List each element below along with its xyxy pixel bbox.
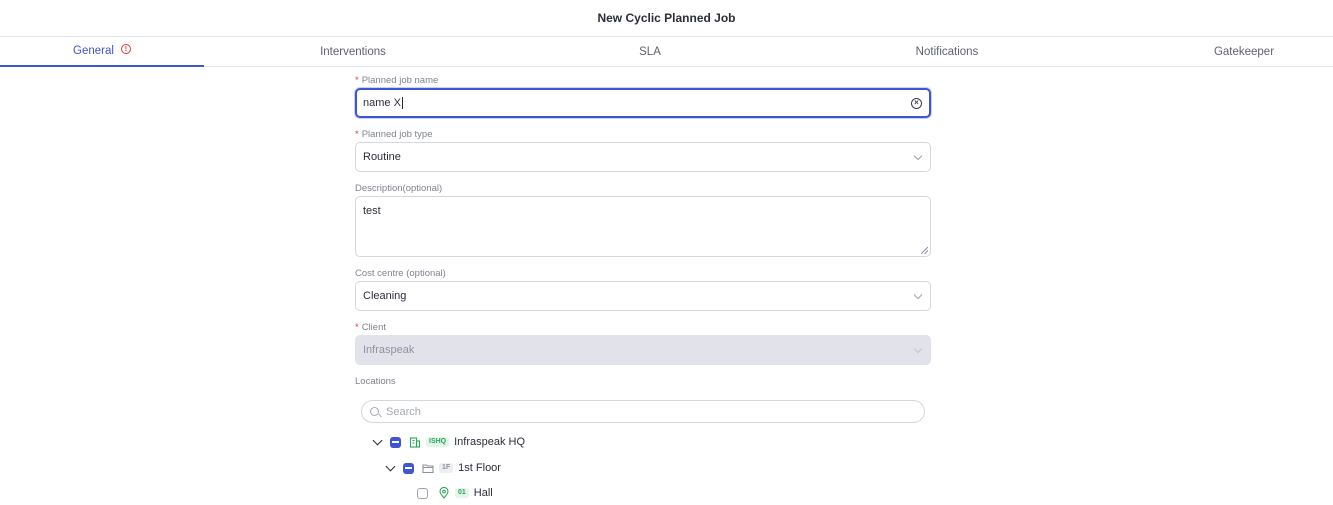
location-code-badge: ISHQ (426, 437, 450, 447)
chevron-down-icon (913, 290, 923, 300)
tab-notifications-label: Notifications (915, 46, 979, 58)
clear-icon[interactable]: × (911, 98, 922, 109)
description-field: Description(optional) test (355, 182, 931, 257)
resize-handle[interactable] (921, 247, 928, 254)
locations-label: Locations (355, 376, 396, 387)
search-placeholder: Search (386, 405, 421, 418)
tree-node-hall[interactable]: 01 Hall (417, 483, 493, 503)
client-field: * Client Infraspeak (355, 321, 931, 365)
tree-node-infraspeak-hq[interactable]: ISHQ Infraspeak HQ (371, 432, 525, 452)
building-icon (409, 436, 421, 448)
tab-sla-label: SLA (639, 46, 661, 58)
tab-gatekeeper[interactable]: Gatekeeper (1164, 37, 1324, 67)
tab-interventions-label: Interventions (320, 46, 386, 58)
partial-checkbox[interactable] (390, 436, 401, 448)
locations-search-input[interactable]: Search (361, 400, 925, 423)
client-label-text: Client (361, 322, 386, 333)
tab-notifications[interactable]: Notifications (867, 37, 1027, 67)
cost-centre-label-text: Cost centre (355, 268, 404, 279)
required-mark: * (355, 129, 359, 140)
cost-centre-value: Cleaning (363, 290, 407, 302)
modal-header: New Cyclic Planned Job (0, 0, 1333, 37)
description-label-text: Description (355, 183, 403, 194)
folder-icon (422, 462, 434, 474)
locations-field: Locations (355, 375, 931, 389)
location-name: Hall (473, 487, 493, 499)
partial-checkbox[interactable] (403, 462, 414, 474)
tab-sla[interactable]: SLA (570, 37, 730, 67)
planned-job-type-field: * Planned job type Routine (355, 128, 931, 172)
tab-gatekeeper-label: Gatekeeper (1213, 46, 1275, 58)
location-name: Infraspeak HQ (454, 436, 526, 448)
location-code-badge: 1F (439, 463, 454, 473)
optional-tag: (optional) (402, 183, 443, 194)
planned-job-type-select[interactable]: Routine (355, 142, 931, 172)
planned-job-type-label: * Planned job type (355, 128, 931, 142)
checkbox[interactable] (417, 487, 428, 499)
chevron-down-icon[interactable] (372, 435, 383, 446)
cost-centre-select[interactable]: Cleaning (355, 281, 931, 311)
planned-job-name-value: name X (363, 97, 401, 109)
warning-icon: ! (120, 44, 131, 54)
chevron-down-icon (913, 344, 923, 354)
planned-job-name-input[interactable]: name X × (355, 88, 931, 118)
planned-job-name-label: * Planned job name (355, 74, 931, 88)
cost-centre-field: Cost centre (optional) Cleaning (355, 267, 931, 311)
planned-job-name-field: * Planned job name name X × (355, 74, 931, 118)
description-value: test (363, 205, 381, 217)
planned-job-name-label-text: Planned job name (361, 75, 439, 86)
location-code-badge: 01 (455, 488, 469, 498)
tree-node-1st-floor[interactable]: 1F 1st Floor (384, 458, 501, 478)
description-textarea[interactable]: test (355, 196, 931, 257)
client-label: * Client (355, 321, 931, 335)
search-icon (370, 407, 379, 416)
planned-job-type-label-text: Planned job type (361, 129, 433, 140)
page-title: New Cyclic Planned Job (597, 11, 736, 25)
tab-interventions[interactable]: Interventions (273, 37, 433, 67)
client-value: Infraspeak (363, 344, 415, 356)
required-mark: * (355, 75, 359, 86)
tab-general[interactable]: General ! (0, 37, 204, 67)
optional-tag: (optional) (406, 268, 446, 279)
chevron-down-icon[interactable] (385, 461, 396, 472)
client-select: Infraspeak (355, 335, 931, 365)
required-mark: * (355, 322, 359, 333)
tab-general-label: General (73, 45, 114, 57)
tab-bar: General ! Interventions SLA Notification… (0, 37, 1333, 67)
location-name: 1st Floor (458, 462, 501, 474)
planned-job-type-value: Routine (363, 151, 401, 163)
description-label: Description(optional) (355, 182, 931, 196)
cost-centre-label: Cost centre (optional) (355, 267, 931, 281)
location-pin-icon (438, 487, 450, 499)
chevron-down-icon (913, 151, 923, 161)
text-caret (401, 97, 403, 109)
